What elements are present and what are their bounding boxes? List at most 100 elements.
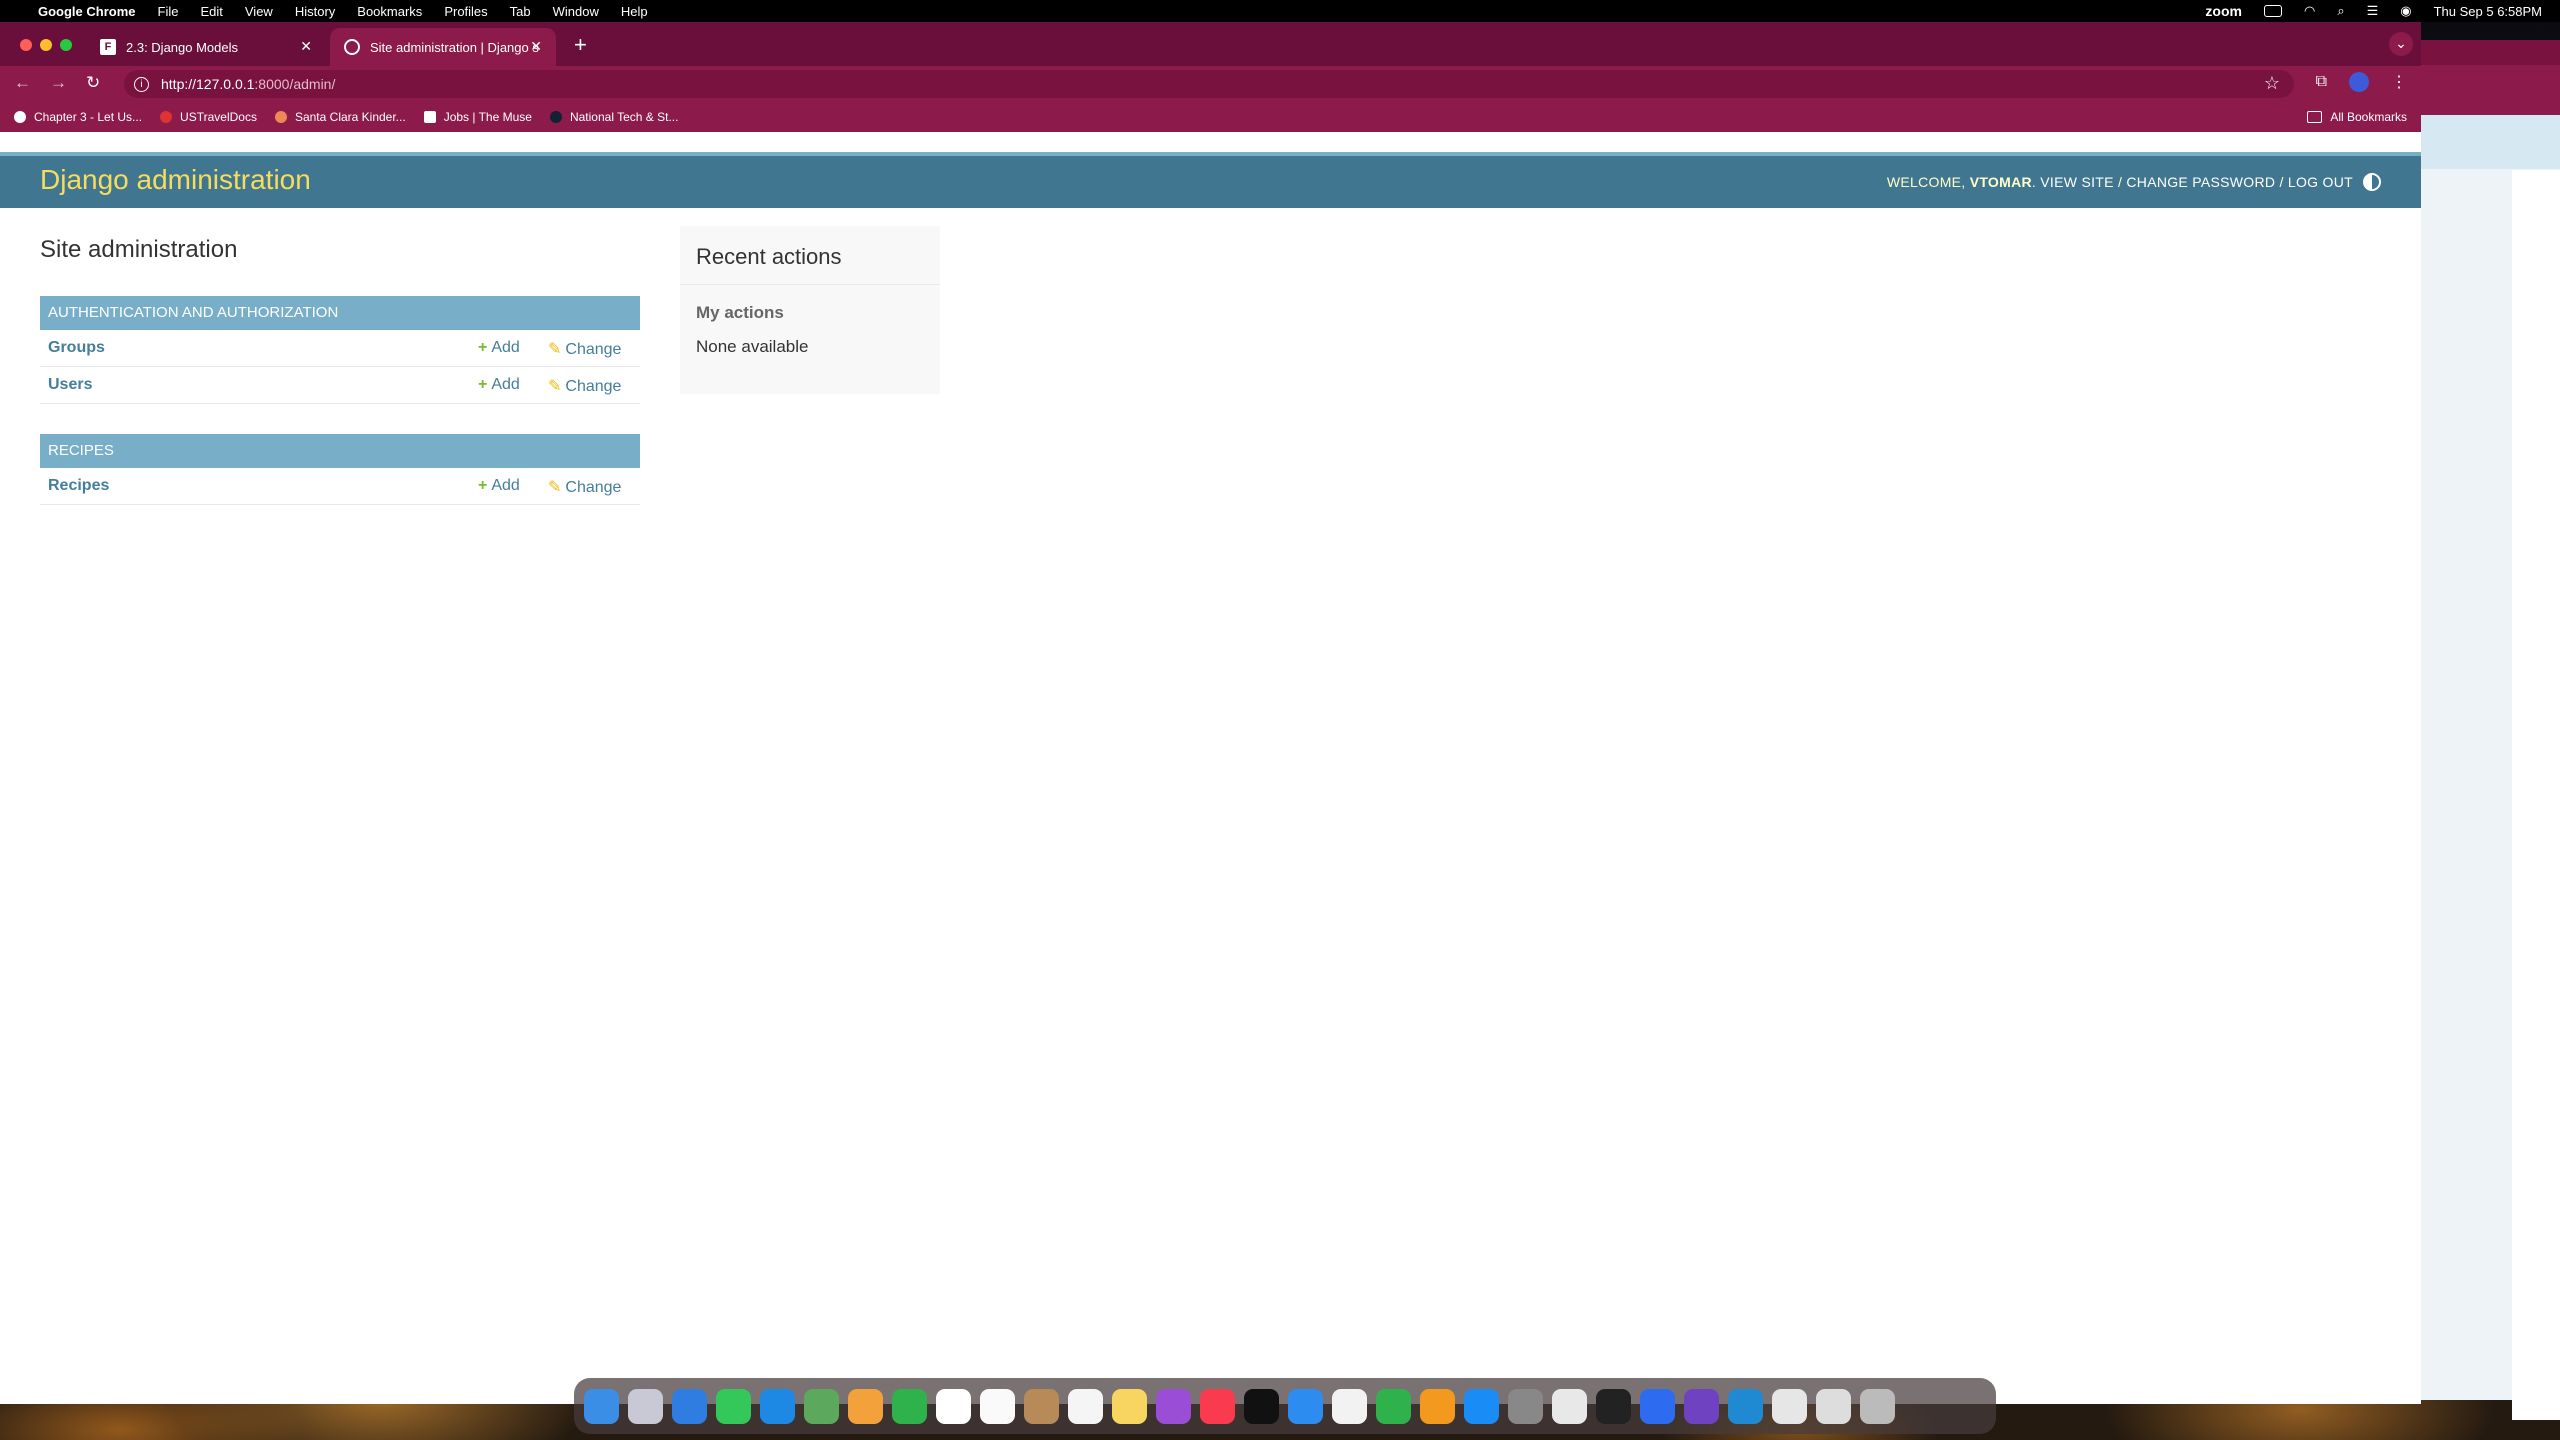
- menu-edit[interactable]: Edit: [200, 4, 222, 19]
- menubar-clock[interactable]: Thu Sep 5 6:58PM: [2434, 4, 2542, 19]
- change-password-link[interactable]: CHANGE PASSWORD: [2126, 174, 2275, 190]
- change-users-link[interactable]: ✎ Change: [548, 376, 621, 396]
- app-store-icon[interactable]: [1464, 1388, 1499, 1424]
- change-recipes-link[interactable]: ✎ Change: [548, 477, 621, 497]
- module-caption[interactable]: RECIPES: [40, 434, 640, 468]
- notes-icon[interactable]: [1112, 1388, 1147, 1424]
- menu-profiles[interactable]: Profiles: [444, 4, 487, 19]
- username: VTOMAR: [1969, 174, 2032, 190]
- wifi-icon[interactable]: ◠: [2304, 3, 2315, 19]
- music-icon[interactable]: [1200, 1388, 1235, 1424]
- news-icon[interactable]: [1332, 1388, 1367, 1424]
- menu-history[interactable]: History: [295, 4, 335, 19]
- all-bookmarks-button[interactable]: All Bookmarks: [2307, 110, 2407, 124]
- podcasts-icon[interactable]: [1156, 1388, 1191, 1424]
- django-header: Django administration WELCOME, VTOMAR. V…: [0, 156, 2421, 208]
- tab-django-models[interactable]: F 2.3: Django Models ✕: [86, 28, 326, 66]
- menu-help[interactable]: Help: [621, 4, 648, 19]
- recent-actions-panel: Recent actions My actions None available: [680, 226, 940, 394]
- system-settings-icon[interactable]: [1508, 1388, 1543, 1424]
- maximize-window-button[interactable]: [60, 39, 72, 51]
- battery-icon[interactable]: [2263, 5, 2282, 17]
- trash-icon[interactable]: [1860, 1388, 1895, 1424]
- github-desktop-icon[interactable]: [1684, 1388, 1719, 1424]
- siri-icon[interactable]: ◉: [2400, 3, 2411, 19]
- menu-bookmarks[interactable]: Bookmarks: [357, 4, 422, 19]
- zoom-status-item[interactable]: zoom: [2205, 3, 2242, 19]
- chrome-icon[interactable]: [1552, 1388, 1587, 1424]
- my-actions-heading: My actions: [696, 303, 784, 322]
- change-groups-link[interactable]: ✎ Change: [548, 339, 621, 359]
- bookmark-national-tech[interactable]: National Tech & St...: [549, 110, 678, 124]
- reminders-icon[interactable]: [1068, 1388, 1103, 1424]
- document-icon[interactable]: [1772, 1388, 1807, 1424]
- terminal-icon[interactable]: [1596, 1388, 1631, 1424]
- keynote-icon[interactable]: [1288, 1388, 1323, 1424]
- view-site-link[interactable]: VIEW SITE: [2040, 174, 2114, 190]
- module-caption[interactable]: AUTHENTICATION AND AUTHORIZATION: [40, 296, 640, 330]
- all-bookmarks-label: All Bookmarks: [2330, 110, 2407, 124]
- bookmark-favicon: [274, 111, 287, 123]
- photos-icon[interactable]: [848, 1388, 883, 1424]
- bookmark-label: Jobs | The Muse: [443, 110, 532, 124]
- close-tab-icon[interactable]: ✕: [530, 38, 542, 55]
- bookmark-ustraveldocs[interactable]: USTravelDocs: [160, 110, 257, 124]
- model-link-recipes[interactable]: Recipes: [48, 477, 109, 495]
- address-bar[interactable]: i http://127.0.0.1:8000/admin/ ☆: [124, 70, 2294, 98]
- back-icon[interactable]: ←: [14, 73, 31, 93]
- launchpad-icon[interactable]: [628, 1388, 663, 1424]
- reload-icon[interactable]: ↻: [86, 73, 100, 93]
- url-path: :8000/admin/: [254, 76, 336, 92]
- screenshot-icon[interactable]: [1816, 1388, 1851, 1424]
- contacts-icon[interactable]: [1024, 1388, 1059, 1424]
- menu-view[interactable]: View: [245, 4, 273, 19]
- zoom-icon[interactable]: [1640, 1388, 1675, 1424]
- add-users-link[interactable]: + Add: [478, 376, 520, 394]
- new-tab-button[interactable]: +: [574, 32, 587, 58]
- chrome-menu-icon[interactable]: ⋮: [2391, 72, 2407, 92]
- menu-app-name[interactable]: Google Chrome: [38, 4, 136, 19]
- menu-window[interactable]: Window: [553, 4, 599, 19]
- bookmark-santa-clara[interactable]: Santa Clara Kinder...: [274, 110, 406, 124]
- vscode-icon[interactable]: [1728, 1388, 1763, 1424]
- bookmark-chapter3[interactable]: Chapter 3 - Let Us...: [14, 110, 142, 124]
- theme-toggle-icon[interactable]: [2363, 173, 2381, 191]
- site-info-icon[interactable]: i: [134, 76, 149, 92]
- spotlight-search-icon[interactable]: ⌕: [2337, 3, 2344, 19]
- globe-icon: [344, 39, 360, 55]
- finder-icon[interactable]: [584, 1388, 619, 1424]
- model-link-groups[interactable]: Groups: [48, 339, 105, 357]
- model-link-users[interactable]: Users: [48, 376, 92, 394]
- menu-tab[interactable]: Tab: [510, 4, 531, 19]
- freeform-icon[interactable]: [936, 1388, 971, 1424]
- site-brand[interactable]: Django administration: [40, 164, 311, 196]
- facetime-icon[interactable]: [892, 1388, 927, 1424]
- forward-icon[interactable]: →: [50, 73, 67, 93]
- messages-icon[interactable]: [716, 1388, 751, 1424]
- pencil-icon: ✎: [548, 479, 562, 496]
- extensions-icon[interactable]: ⧉: [2316, 73, 2327, 91]
- maps-icon[interactable]: [804, 1388, 839, 1424]
- bookmark-the-muse[interactable]: Jobs | The Muse: [423, 110, 532, 124]
- mail-icon[interactable]: [760, 1388, 795, 1424]
- welcome-text: WELCOME,: [1886, 174, 1970, 190]
- profile-avatar[interactable]: [2349, 72, 2369, 92]
- control-center-icon[interactable]: ☰: [2367, 3, 2379, 19]
- add-recipes-link[interactable]: + Add: [478, 477, 520, 495]
- add-groups-link[interactable]: + Add: [478, 339, 520, 357]
- tv-icon[interactable]: [1244, 1388, 1279, 1424]
- menu-file[interactable]: File: [158, 4, 179, 19]
- log-out-link[interactable]: LOG OUT: [2288, 174, 2353, 190]
- tab-search-button[interactable]: ⌄: [2389, 32, 2413, 56]
- tab-site-administration[interactable]: Site administration | Django s ✕: [330, 28, 556, 66]
- close-window-button[interactable]: [20, 39, 32, 51]
- safari-icon[interactable]: [672, 1388, 707, 1424]
- minimize-window-button[interactable]: [40, 39, 52, 51]
- calendar-icon[interactable]: [980, 1388, 1015, 1424]
- bookmark-star-icon[interactable]: ☆: [2264, 73, 2280, 94]
- numbers-icon[interactable]: [1376, 1388, 1411, 1424]
- close-tab-icon[interactable]: ✕: [300, 38, 312, 55]
- background-window[interactable]: [2416, 40, 2560, 1420]
- user-tools: WELCOME, VTOMAR. VIEW SITE / CHANGE PASS…: [1886, 174, 2353, 190]
- pages-icon[interactable]: [1420, 1388, 1455, 1424]
